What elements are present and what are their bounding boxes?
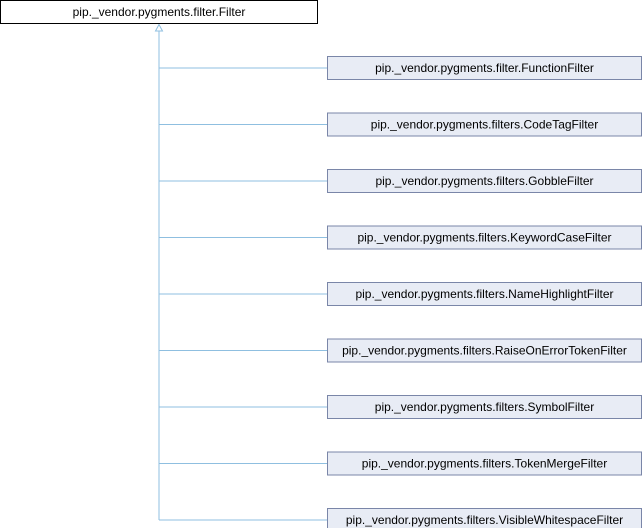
derived-class-node[interactable]: pip._vendor.pygments.filters.RaiseOnErro… <box>327 338 642 363</box>
derived-class-label: pip._vendor.pygments.filters.VisibleWhit… <box>346 513 623 527</box>
derived-class-label: pip._vendor.pygments.filters.NameHighlig… <box>355 287 613 301</box>
base-class-label: pip._vendor.pygments.filter.Filter <box>73 5 246 19</box>
derived-class-node[interactable]: pip._vendor.pygments.filters.KeywordCase… <box>327 225 642 250</box>
derived-class-label: pip._vendor.pygments.filters.TokenMergeF… <box>362 457 607 471</box>
derived-class-node[interactable]: pip._vendor.pygments.filters.NameHighlig… <box>327 282 642 306</box>
derived-class-label: pip._vendor.pygments.filters.CodeTagFilt… <box>371 118 598 132</box>
derived-class-node[interactable]: pip._vendor.pygments.filters.VisibleWhit… <box>327 508 642 528</box>
derived-class-node[interactable]: pip._vendor.pygments.filter.FunctionFilt… <box>327 56 642 80</box>
derived-class-label: pip._vendor.pygments.filters.KeywordCase… <box>357 231 611 245</box>
derived-class-label: pip._vendor.pygments.filter.FunctionFilt… <box>375 61 594 75</box>
derived-class-label: pip._vendor.pygments.filters.GobbleFilte… <box>375 174 593 188</box>
base-class-node[interactable]: pip._vendor.pygments.filter.Filter <box>0 0 318 24</box>
derived-class-label: pip._vendor.pygments.filters.SymbolFilte… <box>375 400 594 414</box>
derived-class-node[interactable]: pip._vendor.pygments.filters.TokenMergeF… <box>327 451 642 476</box>
inheritance-edges <box>154 23 328 521</box>
class-inheritance-diagram: pip._vendor.pygments.filter.Filter pip._… <box>0 0 642 528</box>
inheritance-arrowhead <box>154 23 164 32</box>
derived-class-nodes: pip._vendor.pygments.filter.FunctionFilt… <box>327 56 642 528</box>
derived-class-node[interactable]: pip._vendor.pygments.filters.CodeTagFilt… <box>327 112 642 137</box>
derived-class-node[interactable]: pip._vendor.pygments.filters.GobbleFilte… <box>327 169 642 193</box>
derived-class-label: pip._vendor.pygments.filters.RaiseOnErro… <box>342 344 627 358</box>
derived-class-node[interactable]: pip._vendor.pygments.filters.SymbolFilte… <box>327 395 642 419</box>
